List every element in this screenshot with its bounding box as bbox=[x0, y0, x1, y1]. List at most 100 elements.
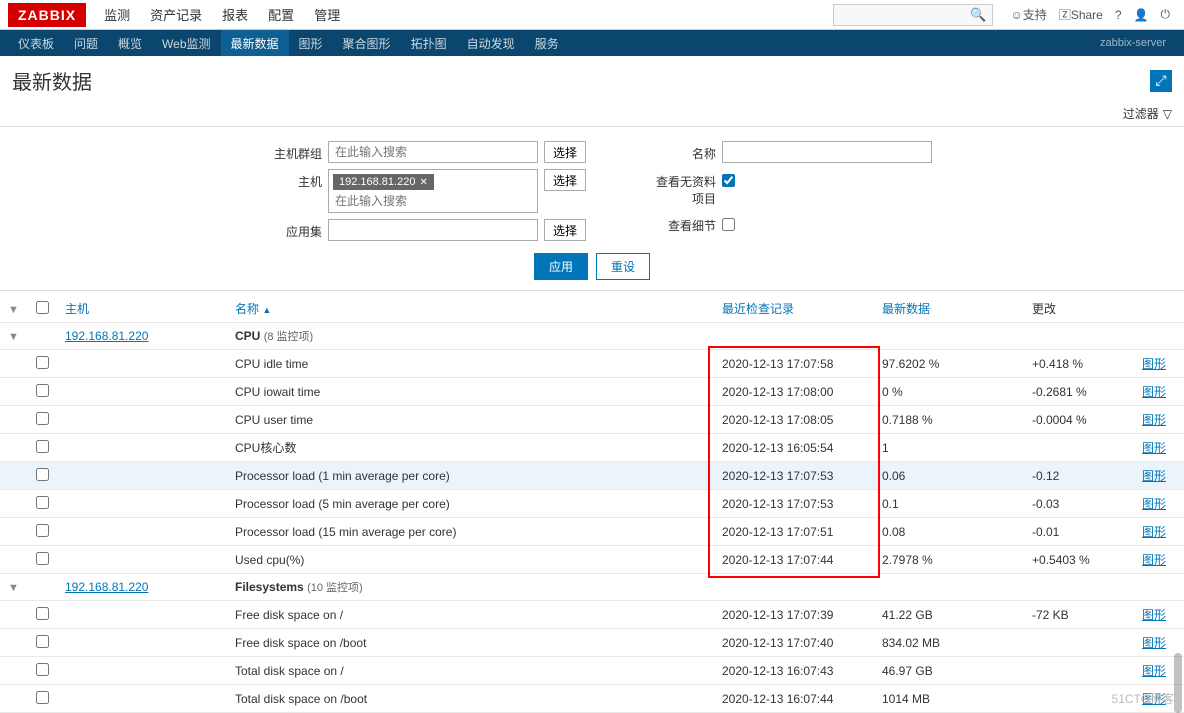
row-checkbox[interactable] bbox=[36, 663, 49, 676]
row-checkbox[interactable] bbox=[36, 496, 49, 509]
graph-link[interactable]: 图形 bbox=[1142, 636, 1166, 650]
help-icon[interactable]: ? bbox=[1115, 8, 1122, 22]
subnav-item-7[interactable]: 拓扑图 bbox=[401, 30, 457, 56]
topnav-item-0[interactable]: 监测 bbox=[94, 0, 140, 30]
graph-link[interactable]: 图形 bbox=[1142, 608, 1166, 622]
graph-link[interactable]: 图形 bbox=[1142, 497, 1166, 511]
subnav-item-6[interactable]: 聚合图形 bbox=[333, 30, 401, 56]
item-change bbox=[1024, 657, 1134, 685]
group-name: Filesystems bbox=[235, 580, 304, 594]
reset-button[interactable]: 重设 bbox=[596, 253, 650, 280]
graph-link[interactable]: 图形 bbox=[1142, 469, 1166, 483]
filter-icon: ▽ bbox=[1163, 107, 1172, 121]
show-detail-checkbox[interactable] bbox=[722, 218, 735, 231]
item-latest: 0 % bbox=[874, 378, 1024, 406]
row-checkbox[interactable] bbox=[36, 691, 49, 704]
topnav-item-2[interactable]: 报表 bbox=[212, 0, 258, 30]
item-time: 2020-12-13 17:08:00 bbox=[714, 378, 874, 406]
host-input-box[interactable]: 192.168.81.220 ✕ bbox=[328, 169, 538, 213]
group-expand-icon[interactable]: ▼ bbox=[8, 331, 20, 343]
subnav-item-0[interactable]: 仪表板 bbox=[8, 30, 64, 56]
item-latest: 1014 MB bbox=[874, 685, 1024, 713]
sub-nav: 仪表板问题概览Web监测最新数据图形聚合图形拓扑图自动发现服务 zabbix-s… bbox=[0, 30, 1184, 56]
item-change: -0.03 bbox=[1024, 490, 1134, 518]
col-change: 更改 bbox=[1024, 295, 1134, 323]
item-change: +0.5403 % bbox=[1024, 546, 1134, 574]
page-header: 最新数据 ⤢ bbox=[0, 56, 1184, 101]
group-expand-icon[interactable]: ▼ bbox=[8, 582, 20, 594]
row-checkbox[interactable] bbox=[36, 552, 49, 565]
subnav-item-9[interactable]: 服务 bbox=[525, 30, 569, 56]
graph-link[interactable]: 图形 bbox=[1142, 692, 1166, 706]
col-latest[interactable]: 最新数据 bbox=[874, 295, 1024, 323]
fullscreen-button[interactable]: ⤢ bbox=[1150, 70, 1172, 92]
col-name[interactable]: 名称 ▲ bbox=[227, 295, 714, 323]
subnav-item-3[interactable]: Web监测 bbox=[152, 30, 220, 56]
item-time: 2020-12-13 17:07:51 bbox=[714, 518, 874, 546]
user-icon[interactable]: 👤 bbox=[1134, 8, 1149, 22]
row-checkbox[interactable] bbox=[36, 635, 49, 648]
share-link[interactable]: 🅉 Share bbox=[1059, 6, 1103, 23]
item-change: -0.01 bbox=[1024, 518, 1134, 546]
subnav-item-8[interactable]: 自动发现 bbox=[457, 30, 525, 56]
appset-label: 应用集 bbox=[252, 219, 322, 240]
graph-link[interactable]: 图形 bbox=[1142, 441, 1166, 455]
item-name: Used cpu(%) bbox=[227, 546, 714, 574]
host-input[interactable] bbox=[331, 192, 535, 210]
item-time: 2020-12-13 16:05:54 bbox=[714, 434, 874, 462]
host-link[interactable]: 192.168.81.220 bbox=[65, 329, 148, 343]
graph-link[interactable]: 图形 bbox=[1142, 385, 1166, 399]
graph-link[interactable]: 图形 bbox=[1142, 413, 1166, 427]
topnav-item-4[interactable]: 管理 bbox=[304, 0, 350, 30]
expand-all-toggle[interactable]: ▼ bbox=[0, 295, 28, 323]
appset-select-button[interactable]: 选择 bbox=[544, 219, 586, 241]
topnav-item-1[interactable]: 资产记录 bbox=[140, 0, 212, 30]
subnav-item-4[interactable]: 最新数据 bbox=[221, 30, 289, 56]
graph-link[interactable]: 图形 bbox=[1142, 525, 1166, 539]
support-link[interactable]: ☺ 支持 bbox=[1011, 6, 1047, 23]
filter-area: 主机群组 选择 主机 192.168.81.220 ✕ 选择 应用集 选择 bbox=[0, 127, 1184, 291]
item-time: 2020-12-13 16:07:43 bbox=[714, 657, 874, 685]
row-checkbox[interactable] bbox=[36, 384, 49, 397]
global-search-input[interactable] bbox=[833, 4, 993, 26]
subnav-item-5[interactable]: 图形 bbox=[289, 30, 333, 56]
row-checkbox[interactable] bbox=[36, 412, 49, 425]
graph-link[interactable]: 图形 bbox=[1142, 357, 1166, 371]
item-time: 2020-12-13 17:07:53 bbox=[714, 490, 874, 518]
item-change: -0.0004 % bbox=[1024, 406, 1134, 434]
show-noinfo-label: 查看无资料项目 bbox=[646, 169, 716, 207]
item-change bbox=[1024, 629, 1134, 657]
row-checkbox[interactable] bbox=[36, 356, 49, 369]
remove-host-icon[interactable]: ✕ bbox=[419, 177, 427, 188]
host-tag[interactable]: 192.168.81.220 ✕ bbox=[333, 174, 434, 190]
show-noinfo-checkbox[interactable] bbox=[722, 174, 735, 187]
name-filter-input[interactable] bbox=[722, 141, 932, 163]
item-name: Free disk space on /boot bbox=[227, 629, 714, 657]
graph-link[interactable]: 图形 bbox=[1142, 553, 1166, 567]
host-link[interactable]: 192.168.81.220 bbox=[65, 580, 148, 594]
item-name: Total disk space on / bbox=[227, 657, 714, 685]
item-latest: 97.6202 % bbox=[874, 350, 1024, 378]
item-time: 2020-12-13 17:07:53 bbox=[714, 462, 874, 490]
filter-toggle[interactable]: 过滤器 ▽ bbox=[1123, 105, 1172, 122]
host-select-button[interactable]: 选择 bbox=[544, 169, 586, 191]
power-icon[interactable]: ⏻ bbox=[1161, 7, 1171, 22]
graph-link[interactable]: 图形 bbox=[1142, 664, 1166, 678]
select-all-checkbox[interactable] bbox=[28, 295, 57, 323]
col-lastcheck[interactable]: 最近检查记录 bbox=[714, 295, 874, 323]
row-checkbox[interactable] bbox=[36, 468, 49, 481]
row-checkbox[interactable] bbox=[36, 440, 49, 453]
apply-button[interactable]: 应用 bbox=[534, 253, 588, 280]
row-checkbox[interactable] bbox=[36, 524, 49, 537]
topnav-item-3[interactable]: 配置 bbox=[258, 0, 304, 30]
search-icon[interactable]: 🔍 bbox=[970, 7, 986, 23]
scrollbar[interactable] bbox=[1174, 653, 1182, 713]
hostgroup-input[interactable] bbox=[328, 141, 538, 163]
item-time: 2020-12-13 17:07:44 bbox=[714, 546, 874, 574]
hostgroup-select-button[interactable]: 选择 bbox=[544, 141, 586, 163]
row-checkbox[interactable] bbox=[36, 607, 49, 620]
subnav-item-1[interactable]: 问题 bbox=[64, 30, 108, 56]
item-name: CPU核心数 bbox=[227, 434, 714, 462]
col-host[interactable]: 主机 bbox=[57, 295, 227, 323]
appset-input[interactable] bbox=[328, 219, 538, 241]
